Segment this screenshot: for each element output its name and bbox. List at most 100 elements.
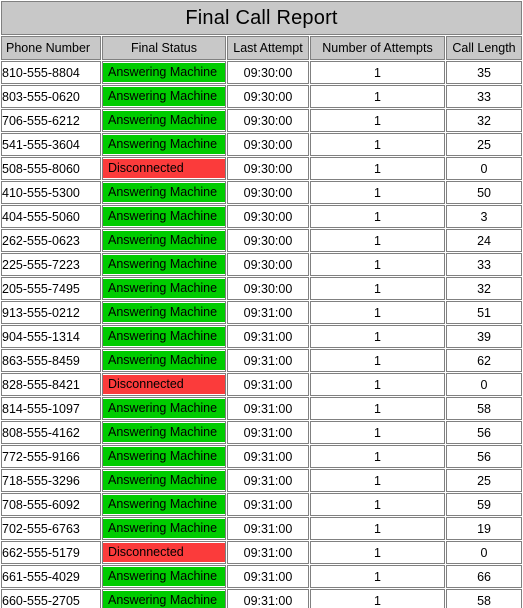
table-row[interactable]: 828-555-8421 Disconnected 09:31:00 1 0 (1, 373, 523, 396)
column-header-phone-number[interactable]: Phone Number (1, 36, 101, 60)
table-row[interactable]: 660-555-2705 Answering Machine 09:31:00 1 58 (1, 589, 523, 608)
cell-last-attempt: 09:30:00 (227, 85, 309, 108)
cell-phone-number: 803-555-0620 (1, 85, 101, 108)
table-row[interactable]: 702-555-6763 Answering Machine 09:31:00 1 19 (1, 517, 523, 540)
cell-call-length: 56 (446, 445, 523, 468)
cell-number-of-attempts: 1 (310, 133, 445, 156)
status-badge: Disconnected (103, 543, 225, 562)
cell-final-status: Answering Machine (102, 61, 226, 84)
column-header-last-attempt[interactable]: Last Attempt (227, 36, 309, 60)
table-row[interactable]: 913-555-0212 Answering Machine 09:31:00 1 51 (1, 301, 523, 324)
table-row[interactable]: 225-555-7223 Answering Machine 09:30:00 1 33 (1, 253, 523, 276)
cell-last-attempt: 09:31:00 (227, 421, 309, 444)
status-badge: Disconnected (103, 375, 225, 394)
cell-final-status: Answering Machine (102, 253, 226, 276)
table-row[interactable]: 706-555-6212 Answering Machine 09:30:00 1 32 (1, 109, 523, 132)
table-row[interactable]: 661-555-4029 Answering Machine 09:31:00 1 66 (1, 565, 523, 588)
cell-call-length: 58 (446, 589, 523, 608)
cell-phone-number: 661-555-4029 (1, 565, 101, 588)
status-badge: Answering Machine (103, 423, 225, 442)
table-row[interactable]: 404-555-5060 Answering Machine 09:30:00 1 3 (1, 205, 523, 228)
cell-call-length: 33 (446, 253, 523, 276)
cell-number-of-attempts: 1 (310, 373, 445, 396)
cell-last-attempt: 09:31:00 (227, 517, 309, 540)
final-call-report-page: Final Call Report Phone Number Final Sta… (0, 0, 523, 608)
cell-final-status: Answering Machine (102, 445, 226, 468)
status-badge: Answering Machine (103, 279, 225, 298)
cell-number-of-attempts: 1 (310, 445, 445, 468)
cell-number-of-attempts: 1 (310, 301, 445, 324)
cell-number-of-attempts: 1 (310, 181, 445, 204)
cell-phone-number: 863-555-8459 (1, 349, 101, 372)
status-badge: Answering Machine (103, 231, 225, 250)
cell-number-of-attempts: 1 (310, 109, 445, 132)
cell-number-of-attempts: 1 (310, 589, 445, 608)
column-header-call-length[interactable]: Call Length (446, 36, 523, 60)
cell-number-of-attempts: 1 (310, 157, 445, 180)
cell-number-of-attempts: 1 (310, 229, 445, 252)
cell-final-status: Disconnected (102, 541, 226, 564)
table-row[interactable]: 262-555-0623 Answering Machine 09:30:00 1 24 (1, 229, 523, 252)
cell-phone-number: 904-555-1314 (1, 325, 101, 348)
cell-last-attempt: 09:31:00 (227, 301, 309, 324)
cell-phone-number: 772-555-9166 (1, 445, 101, 468)
column-header-number-of-attempts[interactable]: Number of Attempts (310, 36, 445, 60)
cell-call-length: 56 (446, 421, 523, 444)
cell-call-length: 35 (446, 61, 523, 84)
cell-phone-number: 541-555-3604 (1, 133, 101, 156)
cell-final-status: Answering Machine (102, 493, 226, 516)
cell-call-length: 25 (446, 133, 523, 156)
table-row[interactable]: 803-555-0620 Answering Machine 09:30:00 1 33 (1, 85, 523, 108)
cell-final-status: Answering Machine (102, 469, 226, 492)
table-row[interactable]: 904-555-1314 Answering Machine 09:31:00 1 39 (1, 325, 523, 348)
cell-final-status: Disconnected (102, 373, 226, 396)
status-badge: Answering Machine (103, 63, 225, 82)
table-row[interactable]: 541-555-3604 Answering Machine 09:30:00 1 25 (1, 133, 523, 156)
final-call-report-table: Final Call Report Phone Number Final Sta… (0, 0, 523, 608)
cell-last-attempt: 09:31:00 (227, 565, 309, 588)
status-badge: Answering Machine (103, 351, 225, 370)
status-badge: Answering Machine (103, 447, 225, 466)
table-row[interactable]: 410-555-5300 Answering Machine 09:30:00 1 50 (1, 181, 523, 204)
cell-number-of-attempts: 1 (310, 61, 445, 84)
cell-phone-number: 702-555-6763 (1, 517, 101, 540)
status-badge: Answering Machine (103, 183, 225, 202)
cell-final-status: Answering Machine (102, 277, 226, 300)
cell-last-attempt: 09:31:00 (227, 469, 309, 492)
status-badge: Answering Machine (103, 327, 225, 346)
table-row[interactable]: 810-555-8804 Answering Machine 09:30:00 1 35 (1, 61, 523, 84)
column-header-final-status[interactable]: Final Status (102, 36, 226, 60)
table-row[interactable]: 662-555-5179 Disconnected 09:31:00 1 0 (1, 541, 523, 564)
cell-phone-number: 708-555-6092 (1, 493, 101, 516)
cell-phone-number: 828-555-8421 (1, 373, 101, 396)
cell-last-attempt: 09:31:00 (227, 373, 309, 396)
table-row[interactable]: 708-555-6092 Answering Machine 09:31:00 1 59 (1, 493, 523, 516)
table-row[interactable]: 718-555-3296 Answering Machine 09:31:00 1 25 (1, 469, 523, 492)
cell-call-length: 58 (446, 397, 523, 420)
cell-final-status: Answering Machine (102, 133, 226, 156)
cell-last-attempt: 09:30:00 (227, 61, 309, 84)
table-row[interactable]: 814-555-1097 Answering Machine 09:31:00 1 58 (1, 397, 523, 420)
cell-call-length: 51 (446, 301, 523, 324)
status-badge: Disconnected (103, 159, 225, 178)
cell-final-status: Answering Machine (102, 421, 226, 444)
table-row[interactable]: 508-555-8060 Disconnected 09:30:00 1 0 (1, 157, 523, 180)
cell-number-of-attempts: 1 (310, 325, 445, 348)
report-rows: 810-555-8804 Answering Machine 09:30:00 1 35… (1, 61, 523, 608)
cell-phone-number: 718-555-3296 (1, 469, 101, 492)
cell-last-attempt: 09:31:00 (227, 541, 309, 564)
cell-call-length: 59 (446, 493, 523, 516)
table-row[interactable]: 772-555-9166 Answering Machine 09:31:00 1 56 (1, 445, 523, 468)
cell-final-status: Answering Machine (102, 205, 226, 228)
table-row[interactable]: 808-555-4162 Answering Machine 09:31:00 1 56 (1, 421, 523, 444)
cell-call-length: 39 (446, 325, 523, 348)
status-badge: Answering Machine (103, 519, 225, 538)
cell-phone-number: 404-555-5060 (1, 205, 101, 228)
status-badge: Answering Machine (103, 135, 225, 154)
cell-call-length: 19 (446, 517, 523, 540)
cell-last-attempt: 09:31:00 (227, 445, 309, 468)
cell-number-of-attempts: 1 (310, 253, 445, 276)
table-row[interactable]: 205-555-7495 Answering Machine 09:30:00 1 32 (1, 277, 523, 300)
table-row[interactable]: 863-555-8459 Answering Machine 09:31:00 1 62 (1, 349, 523, 372)
cell-number-of-attempts: 1 (310, 493, 445, 516)
